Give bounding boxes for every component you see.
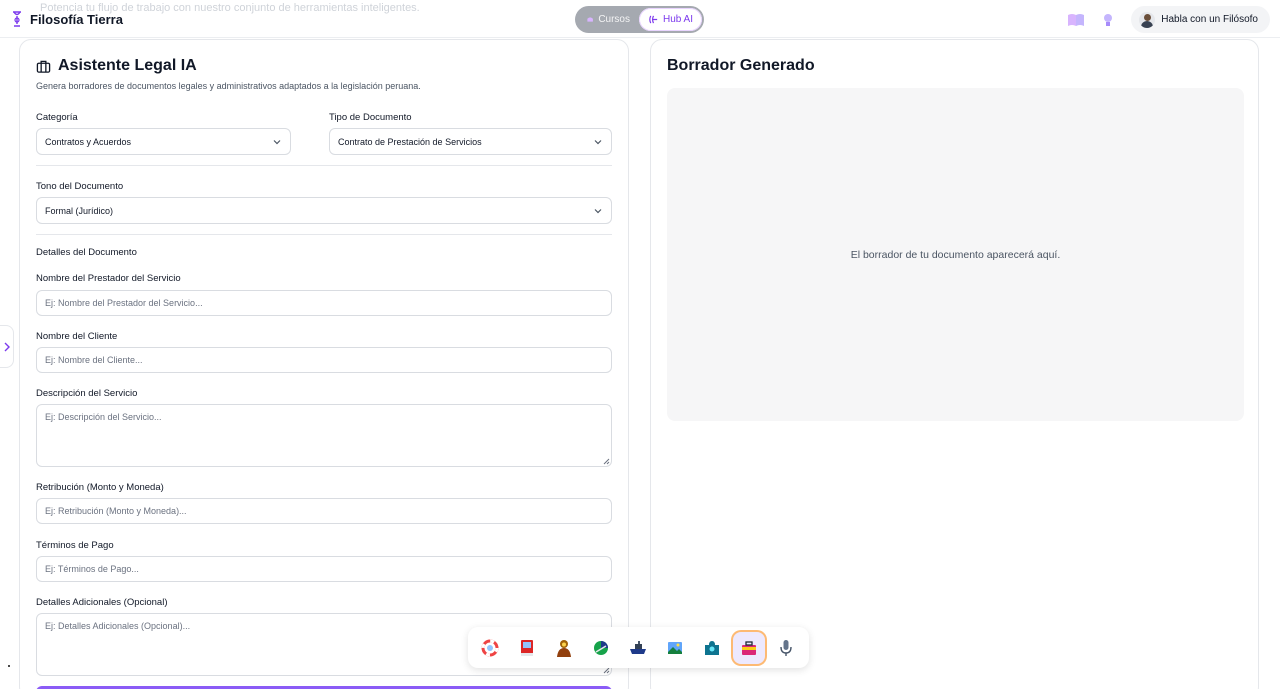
description-label: Descripción del Servicio (36, 388, 138, 399)
chevron-down-icon (594, 139, 602, 144)
dock-legal-assistant[interactable] (733, 631, 765, 664)
chevron-right-icon (4, 342, 10, 351)
chevron-down-icon (273, 139, 281, 144)
draft-empty-text: El borrador de tu documento aparecerá aq… (850, 248, 1061, 261)
legal-assistant-panel: Asistente Legal IA Genera borradores de … (19, 39, 629, 689)
payment-terms-placeholder: Ej: Términos de Pago... (45, 564, 139, 574)
brand-logo-icon (13, 11, 21, 27)
client-label: Nombre del Cliente (36, 331, 118, 342)
description-textarea[interactable]: Ej: Descripción del Servicio... (36, 404, 612, 467)
talk-philosopher-label: Habla con un Filósofo (1161, 14, 1258, 25)
tools-dock (468, 627, 809, 668)
top-bar: Potencia tu flujo de trabajo con nuestro… (0, 0, 1280, 38)
mode-toggle: Cursos Hub AI (575, 6, 704, 33)
brain-icon (649, 15, 658, 24)
philosopher-icon (557, 639, 571, 657)
globe-icon (594, 640, 608, 655)
panel-header: Asistente Legal IA (36, 57, 197, 75)
toggle-hub-ai-label: Hub AI (662, 14, 694, 25)
divider (36, 165, 612, 166)
doc-type-select[interactable]: Contrato de Prestación de Servicios (329, 128, 612, 155)
dock-puzzle[interactable] (696, 632, 728, 664)
chevron-down-icon (594, 208, 602, 213)
lightbulb-button[interactable] (1099, 11, 1117, 29)
provider-placeholder: Ej: Nombre del Prestador del Servicio... (45, 298, 203, 308)
tone-label: Tono del Documento (36, 181, 124, 192)
dock-briefcase[interactable] (622, 632, 654, 664)
payment-terms-input[interactable]: Ej: Términos de Pago... (36, 556, 612, 582)
top-actions: Habla con un Filósofo (1067, 6, 1270, 33)
dock-microphone[interactable] (770, 632, 802, 664)
brand-link[interactable]: Filosofía Tierra (10, 11, 123, 27)
sidebar-expand-button[interactable] (0, 325, 14, 368)
cursor-mark (8, 665, 10, 667)
category-select[interactable]: Contratos y Acuerdos (36, 128, 291, 155)
puzzle-icon (705, 640, 719, 655)
draft-preview-area: El borrador de tu documento aparecerá aq… (667, 88, 1244, 421)
brand-name: Filosofía Tierra (30, 11, 123, 27)
draft-title: Borrador Generado (667, 57, 815, 74)
panel-subtitle: Genera borradores de documentos legales … (36, 81, 421, 91)
tone-select[interactable]: Formal (Jurídico) (36, 197, 612, 224)
lifebuoy-icon (481, 639, 499, 656)
panel-title: Asistente Legal IA (58, 57, 197, 74)
image-icon (668, 641, 682, 654)
talk-philosopher-button[interactable]: Habla con un Filósofo (1131, 6, 1270, 33)
category-label: Categoría (36, 112, 78, 123)
divider (36, 234, 612, 235)
lightbulb-icon (1104, 13, 1113, 26)
toggle-cursos[interactable]: Cursos (577, 8, 639, 31)
toggle-hub-ai[interactable]: Hub AI (639, 8, 702, 31)
client-name-input[interactable]: Ej: Nombre del Cliente... (36, 347, 612, 373)
draft-panel: Borrador Generado El borrador de tu docu… (650, 39, 1259, 689)
philosopher-avatar (1139, 11, 1156, 28)
doc-type-value: Contrato de Prestación de Servicios (338, 136, 482, 147)
retribution-label: Retribución (Monto y Moneda) (36, 482, 164, 493)
payment-terms-label: Términos de Pago (36, 540, 114, 551)
retribution-placeholder: Ej: Retribución (Monto y Moneda)... (45, 506, 187, 516)
dock-image[interactable] (659, 632, 691, 664)
category-value: Contratos y Acuerdos (45, 136, 132, 147)
graduation-icon (587, 17, 593, 22)
open-book-icon (1068, 13, 1085, 26)
dock-globe[interactable] (585, 632, 617, 664)
microphone-icon (780, 639, 792, 656)
legal-toolbox-icon (742, 640, 756, 655)
dock-lifebuoy[interactable] (474, 632, 506, 664)
provider-label: Nombre del Prestador del Servicio (36, 273, 181, 284)
description-placeholder: Ej: Descripción del Servicio... (45, 412, 162, 422)
dock-philosopher[interactable] (548, 632, 580, 664)
doc-type-label: Tipo de Documento (329, 112, 412, 123)
tone-value: Formal (Jurídico) (45, 205, 114, 216)
retribution-input[interactable]: Ej: Retribución (Monto y Moneda)... (36, 498, 612, 524)
briefcase-icon (36, 60, 51, 73)
additional-label: Detalles Adicionales (Opcional) (36, 597, 168, 608)
resize-handle-icon[interactable] (602, 457, 610, 465)
book-icon (521, 639, 533, 656)
dock-book[interactable] (511, 632, 543, 664)
toggle-cursos-label: Cursos (598, 14, 630, 25)
ship-icon (630, 640, 646, 654)
provider-name-input[interactable]: Ej: Nombre del Prestador del Servicio... (36, 290, 612, 316)
additional-placeholder: Ej: Detalles Adicionales (Opcional)... (45, 621, 191, 631)
client-placeholder: Ej: Nombre del Cliente... (45, 355, 143, 365)
library-button[interactable] (1067, 11, 1085, 29)
details-heading: Detalles del Documento (36, 247, 137, 258)
